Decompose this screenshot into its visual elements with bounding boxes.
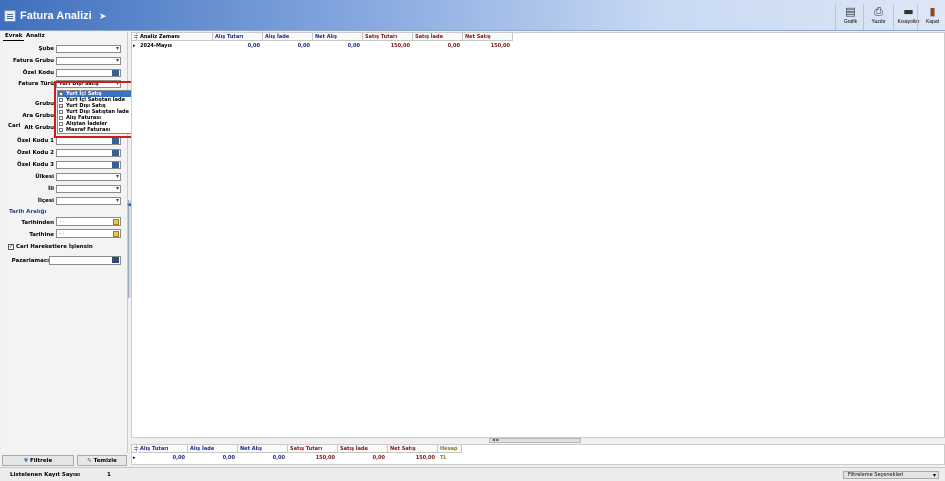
calendar-icon[interactable] xyxy=(113,231,119,237)
alt-grubu-label: Alt Grubu xyxy=(24,125,54,131)
summary-column-header: Satış İade xyxy=(338,445,388,453)
tab-evrak[interactable]: Evrak xyxy=(3,33,25,41)
table-cell[interactable]: 150,00 xyxy=(463,42,513,50)
column-header[interactable]: Satış Tutarı xyxy=(363,33,413,41)
highlight-box xyxy=(54,81,141,138)
ozel-kodu-1-field[interactable] xyxy=(56,137,121,145)
column-header[interactable]: Net Satış xyxy=(463,33,513,41)
picker-icon[interactable] xyxy=(112,257,119,263)
ozel-kodu-field[interactable] xyxy=(56,69,121,77)
tarihine-date-input[interactable]: . . xyxy=(56,229,121,238)
fatura-turu-label: Fatura Türü xyxy=(18,81,54,87)
temizle-button[interactable]: ✎ Temizle xyxy=(77,455,127,466)
picker-icon[interactable] xyxy=(112,150,119,156)
listed-count-label: Listelenen Kayıt Sayısı xyxy=(10,472,81,478)
column-header[interactable]: Net Alış xyxy=(313,33,363,41)
table-cell[interactable]: 150,00 xyxy=(363,42,413,50)
grafik-button[interactable]: ▤ Grafik xyxy=(835,4,865,30)
summary-column-header: Net Alış xyxy=(238,445,288,453)
toolbar-label: Grafik xyxy=(843,19,858,25)
summary-value: 0,00 xyxy=(222,455,235,461)
column-header[interactable]: Satış İade xyxy=(413,33,463,41)
summary-column-header: Net Satış xyxy=(388,445,438,453)
grid-corner[interactable]: :: xyxy=(132,33,138,41)
ilce-select[interactable] xyxy=(56,197,121,205)
summary-grid: :: Alış Tutarı 0,00 Alış İade 0,00 Net Alış 0,… xyxy=(131,444,945,465)
sube-label: Şube xyxy=(38,46,54,52)
picker-icon[interactable] xyxy=(112,70,119,76)
shortcut-icon: ▬ xyxy=(903,5,914,18)
fatura-grubu-label: Fatura Grubu xyxy=(12,58,54,64)
row-indicator-icon: ▸ xyxy=(133,455,136,461)
window-title: Fatura Analizi xyxy=(20,10,92,22)
summary-value: 150,00 xyxy=(415,455,435,461)
pazarlamaci-label: Pazarlamacı xyxy=(11,258,49,264)
ara-grubu-label: Ara Grubu xyxy=(22,113,54,119)
table-cell[interactable]: 0,00 xyxy=(263,42,313,50)
analysis-grid[interactable]: :: Analiz Zamanı Alış Tutarı Alış İade Net A… xyxy=(131,32,945,438)
summary-corner: :: xyxy=(132,445,138,453)
table-cell[interactable]: 0,00 xyxy=(413,42,463,50)
il-label: İli xyxy=(48,186,54,192)
ilce-label: İlçesi xyxy=(37,198,54,204)
summary-column-header: Satış Tutarı xyxy=(288,445,338,453)
tarihinden-label: Tarihinden xyxy=(21,220,54,226)
table-cell[interactable]: 0,00 xyxy=(213,42,263,50)
toolbar-label: Yazdır xyxy=(871,19,886,25)
horizontal-scrollbar[interactable] xyxy=(489,437,581,443)
summary-value: 0,00 xyxy=(172,455,185,461)
toolbar-label: Kapat xyxy=(925,19,940,25)
ozel-kodu-1-label: Özel Kodu 1 xyxy=(17,138,54,144)
status-bar: Listelenen Kayıt Sayısı 1 Filtreleme Seç… xyxy=(0,467,945,481)
column-header[interactable]: Alış İade xyxy=(263,33,313,41)
filtrele-button[interactable]: ▼ Filtrele xyxy=(2,455,74,466)
ozel-kodu-2-field[interactable] xyxy=(56,149,121,157)
sube-select[interactable] xyxy=(56,45,121,53)
summary-column-header: Hesap xyxy=(438,445,462,453)
kapat-button[interactable]: ▮ Kapat xyxy=(917,4,945,30)
listed-count-value: 1 xyxy=(107,472,111,478)
app-icon xyxy=(4,10,16,22)
ulkesi-label: Ülkesi xyxy=(35,174,54,180)
pazarlamaci-field[interactable] xyxy=(49,256,121,265)
table-cell[interactable]: 0,00 xyxy=(313,42,363,50)
ozel-kodu-2-label: Özel Kodu 2 xyxy=(17,150,54,156)
il-select[interactable] xyxy=(56,185,121,193)
tab-analiz[interactable]: Analiz xyxy=(24,33,47,41)
ozel-kodu-label: Özel Kodu xyxy=(22,70,54,76)
cari-hareket-checkbox[interactable]: ✓ xyxy=(8,244,14,250)
chart-icon: ▤ xyxy=(845,5,856,18)
column-header[interactable]: Alış Tutarı xyxy=(213,33,263,41)
calendar-icon[interactable] xyxy=(113,219,119,225)
summary-value: 0,00 xyxy=(272,455,285,461)
column-header[interactable]: Analiz Zamanı xyxy=(138,33,213,41)
picker-icon[interactable] xyxy=(112,162,119,168)
table-cell[interactable]: 2024-Mayıs xyxy=(138,42,213,50)
printer-icon: ⎙ xyxy=(874,5,883,18)
mouse-cursor-icon: ➤ xyxy=(99,12,107,22)
summary-column-header: Alış Tutarı xyxy=(138,445,188,453)
ozel-kodu-3-field[interactable] xyxy=(56,161,121,169)
yazdir-button[interactable]: ⎙ Yazdır xyxy=(863,4,893,30)
grubu-label: Grubu xyxy=(35,101,54,107)
summary-value: 150,00 xyxy=(315,455,335,461)
fatura-grubu-select[interactable] xyxy=(56,57,121,65)
door-icon: ▮ xyxy=(929,5,936,18)
title-bar: Fatura Analizi ➤ ▤ Grafik ⎙ Yazdır ▬ Kısayoll… xyxy=(0,0,945,31)
ulkesi-select[interactable] xyxy=(56,173,121,181)
filter-options-select[interactable]: Filtreleme Seçenekleri xyxy=(843,471,939,479)
cari-hareket-label: Cari Hareketlere İşlensin xyxy=(16,244,93,250)
tarihine-label: Tarihine xyxy=(29,232,54,238)
summary-column-header: Alış İade xyxy=(188,445,238,453)
summary-value: TL xyxy=(440,455,447,461)
ozel-kodu-3-label: Özel Kodu 3 xyxy=(17,162,54,168)
summary-value: 0,00 xyxy=(372,455,385,461)
tarihinden-date-input[interactable]: . . xyxy=(56,217,121,226)
picker-icon[interactable] xyxy=(112,138,119,144)
tarih-araligi-header: Tarih Aralığı xyxy=(9,209,47,215)
